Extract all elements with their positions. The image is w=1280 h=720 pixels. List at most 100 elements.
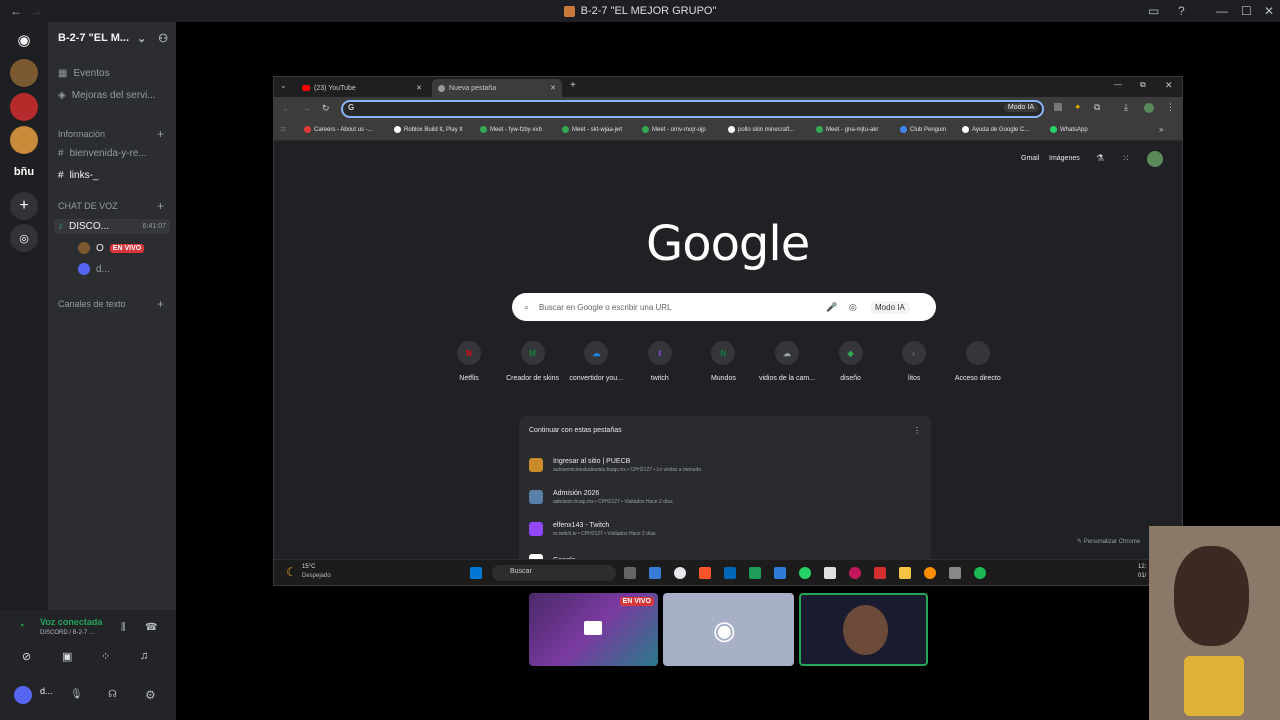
tab-youtube[interactable]: (23) YouTube ✕ bbox=[296, 79, 428, 97]
bookmark-item[interactable]: Meet - skt-wjaa-jwt bbox=[562, 126, 622, 133]
category-info[interactable]: Información bbox=[58, 129, 105, 139]
file-explorer-icon[interactable] bbox=[899, 567, 911, 579]
close-icon[interactable]: ✕ bbox=[1264, 0, 1274, 22]
discord-home-icon[interactable]: ◉ bbox=[10, 26, 38, 54]
gmail-link[interactable]: Gmail bbox=[1021, 155, 1039, 162]
bookmark-item[interactable]: Meet - omv-mojr-ojp bbox=[642, 126, 706, 133]
bookmark-item[interactable]: Club Penguin bbox=[900, 126, 946, 133]
app-icon-5[interactable] bbox=[849, 567, 861, 579]
more-bookmarks-icon[interactable]: » bbox=[1159, 125, 1163, 134]
shortcut-tile[interactable]: N Netflis bbox=[437, 341, 501, 382]
bookmark-item[interactable]: Roblox Build It, Play It bbox=[394, 126, 463, 133]
restore-icon[interactable]: ⧉ bbox=[1140, 80, 1146, 90]
shortcut-tile[interactable]: ◐ litos bbox=[882, 341, 946, 382]
voice-channel-path[interactable]: DISCORD / B-2-7 ... bbox=[40, 630, 94, 636]
headphones-icon[interactable]: ☊ bbox=[108, 689, 117, 700]
server-icon-text[interactable]: bñu bbox=[10, 158, 38, 186]
category-text[interactable]: Canales de texto bbox=[58, 299, 126, 309]
stream-tile-avatar[interactable] bbox=[799, 593, 928, 666]
shortcut-tile[interactable]: ◆ diseño bbox=[819, 341, 883, 382]
tab-new[interactable]: Nueva pestaña ✕ bbox=[432, 79, 562, 97]
back-arrow-icon[interactable]: ← bbox=[10, 0, 22, 22]
category-voice[interactable]: CHAT DE VOZ bbox=[58, 201, 118, 211]
continue-tab-item[interactable]: Admisión 2026 admision.buap.mx • CPH2127 … bbox=[529, 484, 673, 510]
camera-off-icon[interactable]: ⊘ bbox=[22, 650, 31, 663]
screen-share-icon[interactable]: ▣ bbox=[62, 650, 72, 663]
app-icon-6[interactable] bbox=[874, 567, 886, 579]
close-window-icon[interactable]: ✕ bbox=[1165, 80, 1173, 91]
soundboard-icon[interactable]: ♫ bbox=[140, 650, 148, 662]
add-text-channel-icon[interactable]: + bbox=[157, 297, 164, 311]
add-channel-icon[interactable]: + bbox=[157, 127, 164, 141]
forward-icon[interactable]: → bbox=[302, 103, 311, 113]
store-icon[interactable] bbox=[724, 567, 736, 579]
customize-chrome-button[interactable]: ✎ Personalizar Chrome bbox=[1077, 538, 1140, 545]
download-icon[interactable]: ⤓ bbox=[1124, 102, 1128, 113]
bookmark-item[interactable]: pollo skin minecraft... bbox=[728, 126, 794, 133]
avatar[interactable] bbox=[14, 686, 32, 704]
shortcut-tile[interactable]: ☁ convertidor you... bbox=[564, 341, 628, 382]
extension-icon[interactable] bbox=[1054, 103, 1062, 111]
brave-icon[interactable] bbox=[699, 567, 711, 579]
close-tab-icon[interactable]: ✕ bbox=[550, 84, 556, 92]
app-icon-8[interactable] bbox=[949, 567, 961, 579]
app-icon-2[interactable] bbox=[749, 567, 761, 579]
whatsapp-icon[interactable] bbox=[799, 567, 811, 579]
close-tab-icon[interactable]: ✕ bbox=[416, 84, 422, 92]
app-icon-4[interactable] bbox=[824, 567, 836, 579]
bookmark-item[interactable]: Meet - gna-mjtu-akr bbox=[816, 126, 878, 133]
search-ai-mode[interactable]: Modo IA bbox=[870, 300, 910, 314]
voice-status[interactable]: Voz conectada bbox=[40, 617, 102, 627]
minimize-icon[interactable]: — bbox=[1216, 0, 1228, 22]
voice-channel[interactable]: ♪ DISCO... 6:41:07 bbox=[54, 219, 170, 234]
address-bar[interactable]: G Modo IA bbox=[341, 100, 1044, 118]
inbox-icon[interactable]: ▭ bbox=[1148, 0, 1159, 22]
server-icon-3[interactable] bbox=[10, 126, 38, 154]
taskbar-search[interactable]: Buscar bbox=[492, 565, 616, 581]
account-avatar[interactable] bbox=[1147, 151, 1163, 167]
invite-icon[interactable]: ⚇ bbox=[158, 32, 168, 45]
channel-events[interactable]: ▦ Eventos bbox=[58, 68, 110, 79]
stream-tile-discord[interactable]: ◉ bbox=[663, 593, 794, 666]
search-box[interactable]: ⌕ Buscar en Google o escribir una URL 🎤 … bbox=[512, 293, 936, 321]
extension-icon-2[interactable]: ✦ bbox=[1074, 102, 1082, 113]
task-view-icon[interactable] bbox=[624, 567, 636, 579]
server-icon-1[interactable] bbox=[10, 59, 38, 87]
shortcut-tile[interactable]: N Mundos bbox=[691, 341, 755, 382]
apps-icon[interactable]: ⁙ bbox=[280, 125, 287, 134]
add-server-icon[interactable]: + bbox=[10, 192, 38, 220]
extensions-puzzle-icon[interactable]: ⧉ bbox=[1094, 102, 1100, 113]
start-icon[interactable] bbox=[470, 567, 482, 579]
menu-icon[interactable]: ⋮ bbox=[1166, 102, 1175, 113]
chrome-taskbar-icon[interactable] bbox=[674, 567, 686, 579]
microphone-icon[interactable]: 🎤 bbox=[826, 302, 837, 313]
channel-improvements[interactable]: ◈ Mejoras del servi... bbox=[58, 90, 156, 101]
channel-welcome[interactable]: # bienvenida-y-re... bbox=[58, 148, 147, 159]
labs-flask-icon[interactable]: ⚗ bbox=[1096, 153, 1104, 164]
voice-user-2[interactable]: d... bbox=[78, 263, 110, 275]
bookmark-item[interactable]: Ayuda de Google C... bbox=[962, 126, 1029, 133]
ai-mode-button[interactable]: Modo IA bbox=[1003, 103, 1038, 112]
maximize-icon[interactable]: ☐ bbox=[1241, 0, 1252, 22]
channel-links[interactable]: # links-_ bbox=[58, 170, 98, 181]
app-icon-3[interactable] bbox=[774, 567, 786, 579]
shortcut-tile[interactable]: M Creador de skins bbox=[501, 341, 565, 382]
server-header[interactable]: B-2-7 "EL M... ⌄ ⚇ bbox=[48, 22, 176, 54]
images-link[interactable]: Imágenes bbox=[1049, 155, 1080, 162]
disconnect-icon[interactable]: ☎ bbox=[145, 622, 157, 633]
continue-tab-item[interactable]: elfenx143 - Twitch m.twitch.tv • CPH2127 … bbox=[529, 516, 656, 542]
card-menu-icon[interactable]: ⋮ bbox=[913, 426, 921, 435]
help-icon[interactable]: ? bbox=[1178, 0, 1185, 22]
reload-icon[interactable]: ↻ bbox=[322, 103, 330, 114]
new-tab-icon[interactable]: + bbox=[570, 80, 576, 91]
app-icon-7[interactable] bbox=[924, 567, 936, 579]
shortcut-tile[interactable]: t twitch bbox=[628, 341, 692, 382]
minimize-icon[interactable]: — bbox=[1114, 80, 1122, 89]
continue-tab-item[interactable]: Ingresar al sitio | PUECB autoservicioest… bbox=[529, 452, 701, 478]
microphone-icon[interactable]: 🎙 bbox=[70, 689, 83, 700]
settings-gear-icon[interactable]: ⚙ bbox=[145, 688, 156, 702]
bookmark-item[interactable]: Careers - About us -... bbox=[304, 126, 373, 133]
back-icon[interactable]: ← bbox=[282, 103, 291, 113]
stream-tile-live[interactable]: EN VIVO bbox=[529, 593, 658, 666]
shortcut-tile[interactable]: ☁ vidios de la cam... bbox=[755, 341, 819, 382]
